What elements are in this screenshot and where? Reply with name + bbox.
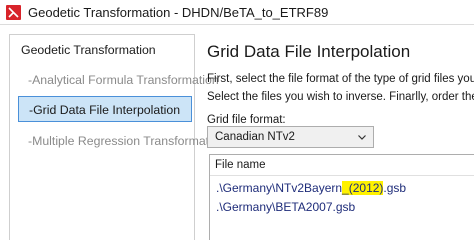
grid-format-select[interactable]: Canadian NTv2 [207,126,374,148]
nav-item-multiple-regression[interactable]: -Multiple Regression Transformation [28,128,226,154]
file-row[interactable]: .\Germany\BETA2007.gsb [216,200,355,214]
file-list[interactable]: File name .\Germany\NTv2Bayern_(2012).gs… [209,154,474,240]
app-icon [6,4,21,20]
window-title: Geodetic Transformation - DHDN/BeTA_to_E… [28,4,329,20]
file-row[interactable]: .\Germany\NTv2Bayern_(2012).gsb [216,181,406,195]
file-name-part: .\Germany\NTv2Bayern [216,181,343,195]
column-header-file-name[interactable]: File name [210,155,474,176]
main-content: Grid Data File Interpolation First, sele… [207,34,474,240]
title-bar: Geodetic Transformation - DHDN/BeTA_to_E… [0,0,474,25]
grid-format-value: Canadian NTv2 [215,131,295,143]
nav-item-analytical-formula[interactable]: -Analytical Formula Transformation [28,67,219,93]
instruction-line-2: Select the files you wish to inverse. Fi… [207,91,474,103]
instruction-line-1: First, select the file format of the typ… [207,73,474,85]
nav-item-grid-data-file[interactable]: -Grid Data File Interpolation [18,96,192,122]
page-title: Grid Data File Interpolation [207,42,411,61]
file-name-part: .\Germany\BETA2007.gsb [216,200,356,214]
chevron-down-icon [357,132,367,145]
nav-item-geodetic-transformation[interactable]: Geodetic Transformation [21,37,156,63]
highlighted-text: _(2012) [342,181,384,195]
file-name-ext: .gsb [383,181,407,195]
grid-format-label: Grid file format: [207,114,286,126]
navigation-panel: Geodetic Transformation -Analytical Form… [9,34,226,240]
